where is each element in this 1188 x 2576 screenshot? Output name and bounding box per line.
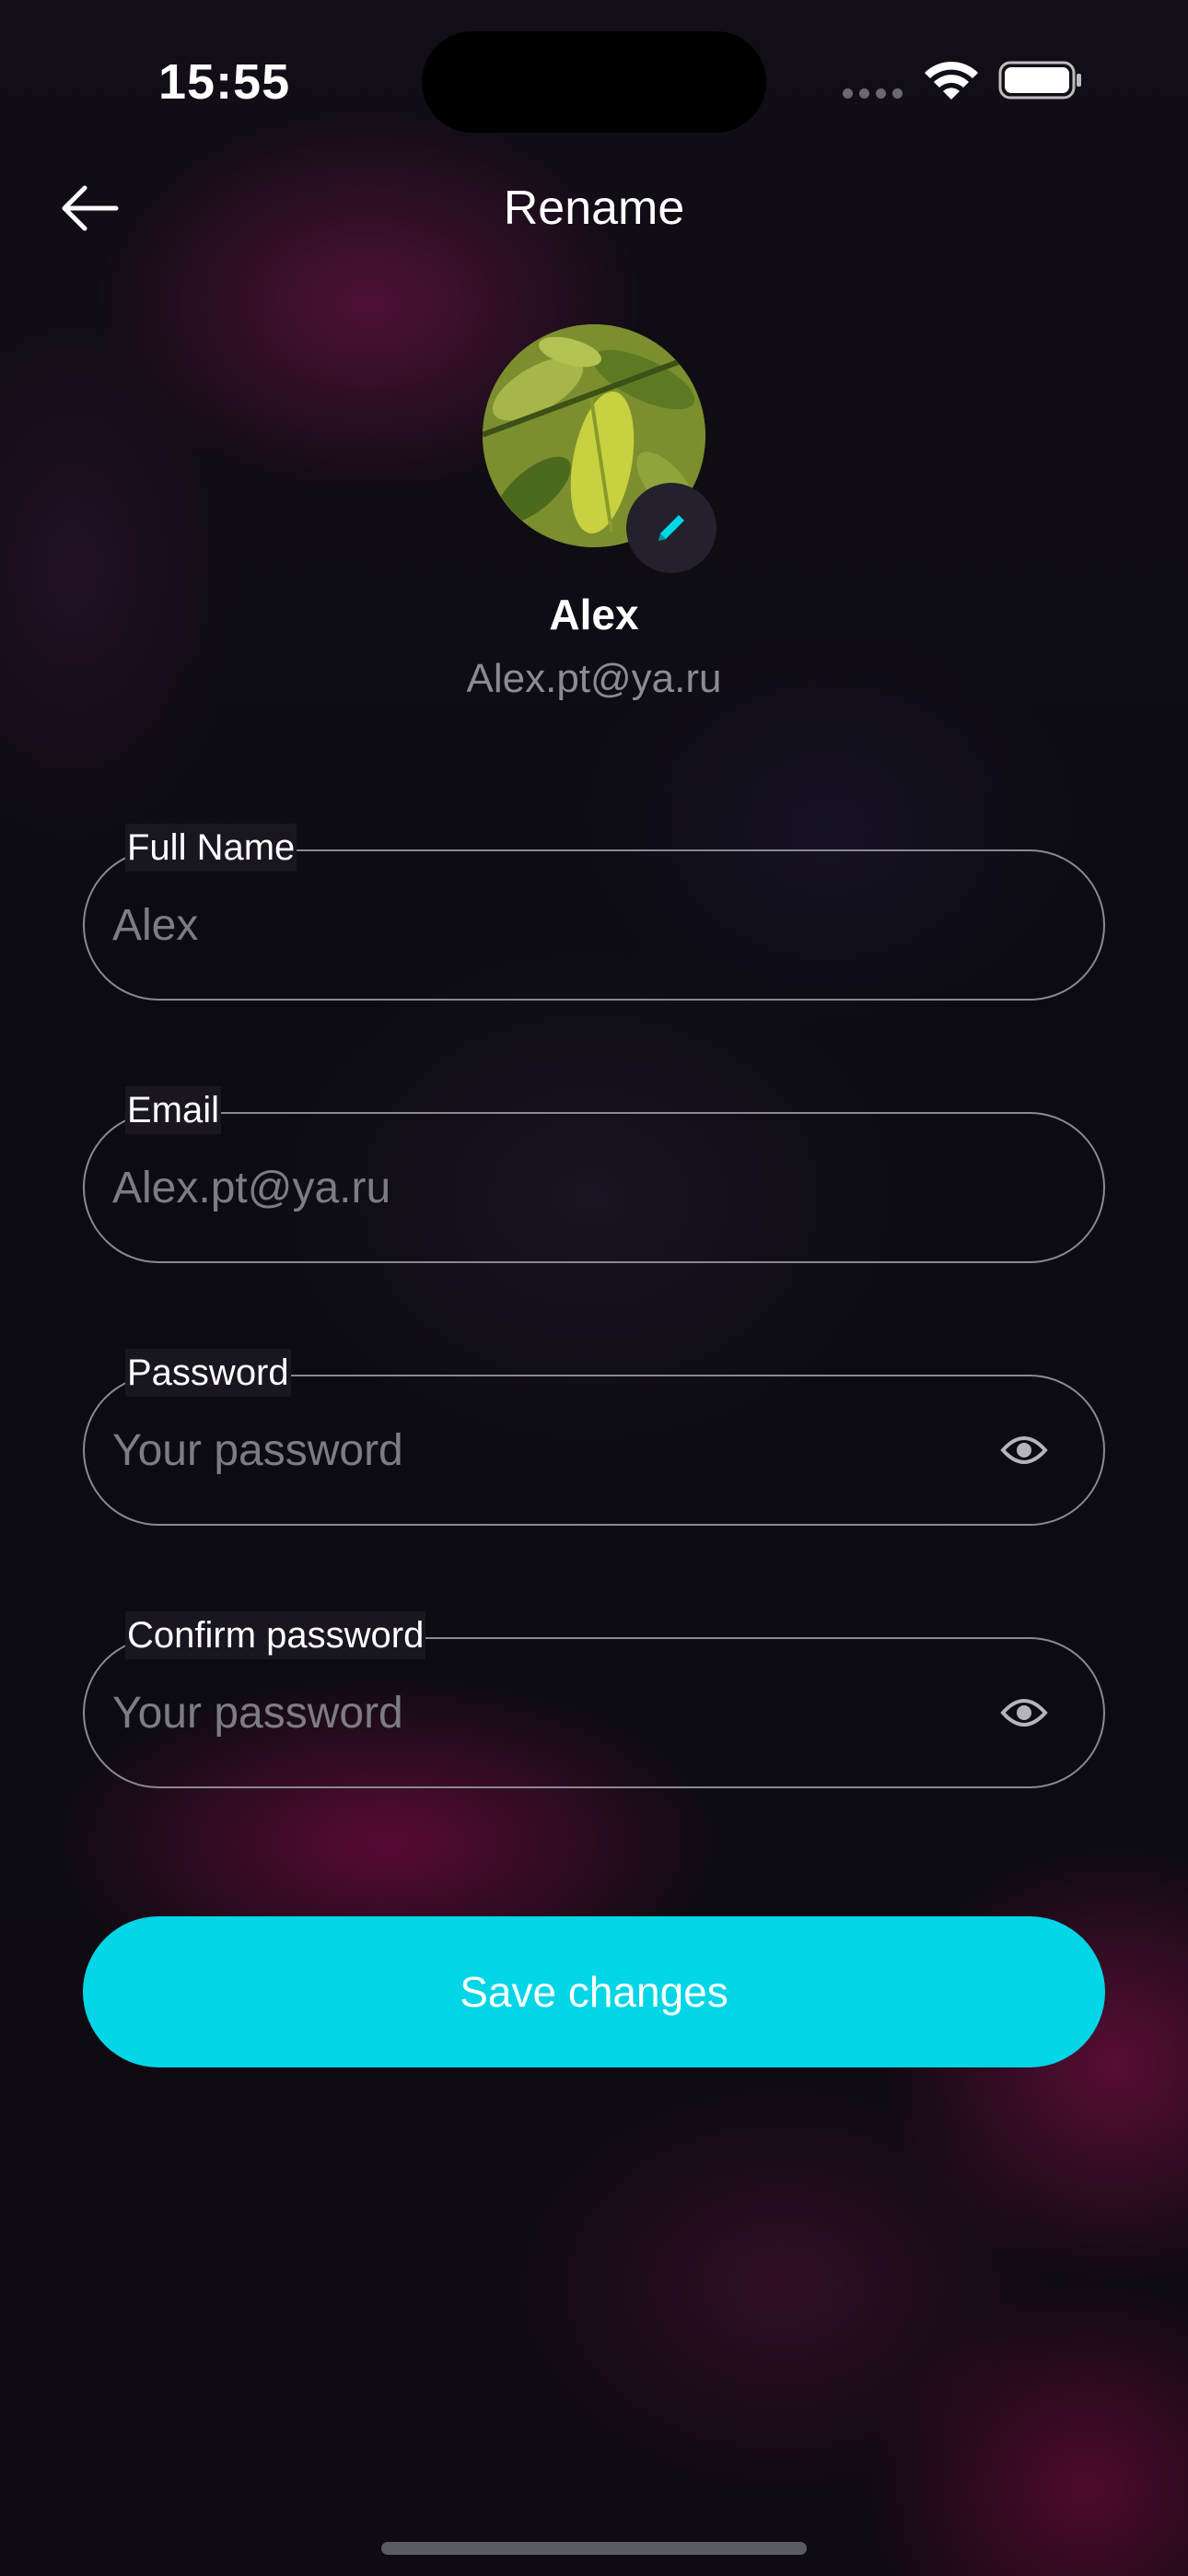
status-time: 15:55 <box>158 54 291 110</box>
page-title: Rename <box>503 181 685 235</box>
full-name-input[interactable] <box>112 851 941 999</box>
dynamic-island <box>422 31 766 133</box>
profile-name: Alex <box>549 591 639 638</box>
rename-screen: 15:55 Rename Alex Alex.pt@ya.ru Full Nam… <box>0 0 1188 2576</box>
show-password-button[interactable] <box>998 1424 1050 1476</box>
email-field: Email <box>83 1086 1105 1263</box>
battery-icon <box>998 61 1081 100</box>
profile-email: Alex.pt@ya.ru <box>466 656 722 701</box>
show-confirm-password-button[interactable] <box>998 1687 1050 1739</box>
pencil-icon <box>658 515 684 541</box>
eye-icon <box>1000 1436 1048 1464</box>
eye-icon <box>1000 1699 1048 1727</box>
full-name-field: Full Name <box>83 824 1105 1001</box>
password-input[interactable] <box>112 1376 941 1524</box>
wifi-icon <box>925 61 978 100</box>
cellular-signal-icon <box>843 88 903 100</box>
email-input[interactable] <box>112 1114 941 1261</box>
save-changes-button[interactable]: Save changes <box>83 1916 1105 2067</box>
confirm-password-input[interactable] <box>112 1639 941 1786</box>
password-field: Password <box>83 1349 1105 1526</box>
home-indicator <box>381 2542 807 2555</box>
confirm-password-field: Confirm password <box>83 1611 1105 1788</box>
edit-avatar-button[interactable] <box>626 483 716 573</box>
